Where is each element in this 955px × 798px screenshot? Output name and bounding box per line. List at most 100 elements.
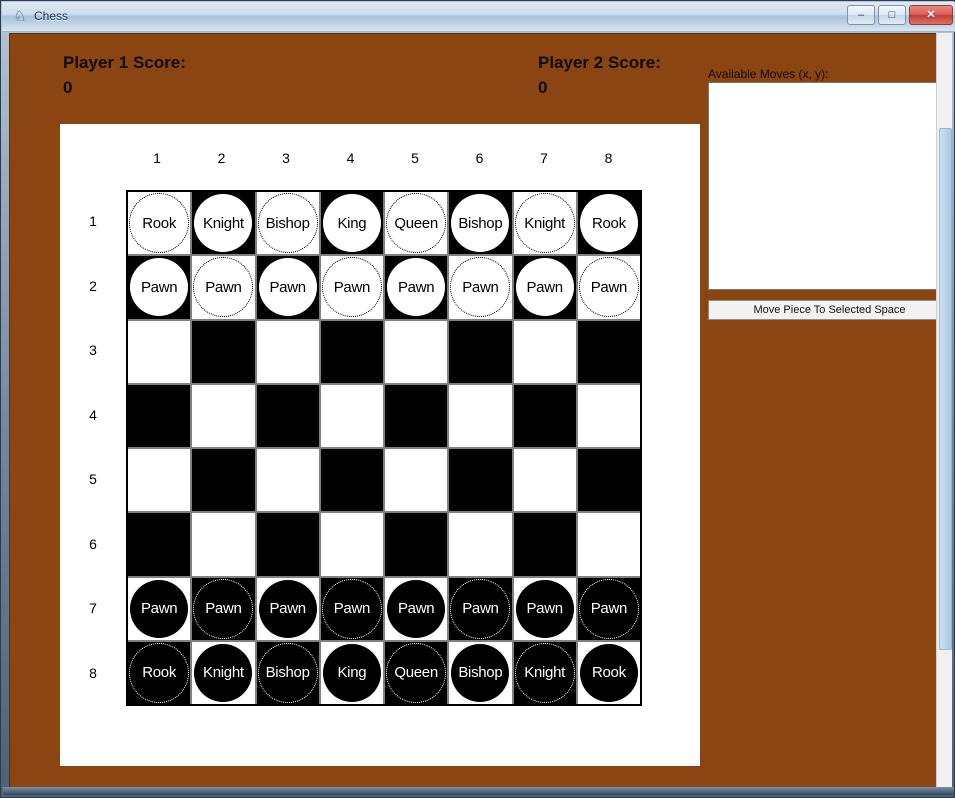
- board-square-3-6[interactable]: [256, 513, 319, 576]
- board-square-2-6[interactable]: [192, 513, 255, 576]
- board-square-6-5[interactable]: [449, 449, 512, 512]
- board-square-8-7[interactable]: Pawn: [577, 577, 640, 640]
- piece-white-bishop[interactable]: Bishop: [451, 194, 510, 253]
- piece-white-queen[interactable]: Queen: [386, 193, 447, 254]
- board-square-1-6[interactable]: [128, 513, 191, 576]
- piece-black-bishop[interactable]: Bishop: [451, 643, 510, 702]
- piece-black-pawn[interactable]: Pawn: [578, 578, 639, 639]
- board-square-3-3[interactable]: [256, 320, 319, 383]
- board-square-3-7[interactable]: Pawn: [256, 577, 319, 640]
- board-square-5-1[interactable]: Queen: [385, 192, 448, 255]
- board-square-1-7[interactable]: Pawn: [128, 577, 191, 640]
- board-square-6-6[interactable]: [449, 513, 512, 576]
- board-square-6-3[interactable]: [449, 320, 512, 383]
- board-square-6-1[interactable]: Bishop: [449, 192, 512, 255]
- board-square-8-2[interactable]: Pawn: [577, 256, 640, 319]
- minimize-button[interactable]: –: [847, 5, 875, 25]
- board-square-8-5[interactable]: [577, 449, 640, 512]
- board-square-7-3[interactable]: [513, 320, 576, 383]
- board-square-5-6[interactable]: [385, 513, 448, 576]
- board-square-5-8[interactable]: Queen: [385, 641, 448, 704]
- piece-white-pawn[interactable]: Pawn: [258, 258, 317, 317]
- board-square-5-4[interactable]: [385, 384, 448, 447]
- piece-white-pawn[interactable]: Pawn: [450, 257, 511, 318]
- piece-white-pawn[interactable]: Pawn: [578, 257, 639, 318]
- board-square-7-5[interactable]: [513, 449, 576, 512]
- board-square-1-5[interactable]: [128, 449, 191, 512]
- board-square-8-1[interactable]: Rook: [577, 192, 640, 255]
- piece-black-knight[interactable]: Knight: [514, 642, 575, 703]
- piece-black-pawn[interactable]: Pawn: [130, 579, 189, 638]
- board-square-2-7[interactable]: Pawn: [192, 577, 255, 640]
- board-square-2-2[interactable]: Pawn: [192, 256, 255, 319]
- board-square-3-1[interactable]: Bishop: [256, 192, 319, 255]
- board-square-2-3[interactable]: [192, 320, 255, 383]
- board-square-8-8[interactable]: Rook: [577, 641, 640, 704]
- piece-white-rook[interactable]: Rook: [579, 194, 638, 253]
- board-square-4-4[interactable]: [320, 384, 383, 447]
- board-square-6-2[interactable]: Pawn: [449, 256, 512, 319]
- board-square-1-3[interactable]: [128, 320, 191, 383]
- board-square-2-1[interactable]: Knight: [192, 192, 255, 255]
- window-vertical-scrollbar[interactable]: [936, 33, 952, 790]
- board-square-1-1[interactable]: Rook: [128, 192, 191, 255]
- piece-white-rook[interactable]: Rook: [129, 193, 190, 254]
- board-square-1-4[interactable]: [128, 384, 191, 447]
- board-square-3-5[interactable]: [256, 449, 319, 512]
- board-square-4-5[interactable]: [320, 449, 383, 512]
- board-square-4-7[interactable]: Pawn: [320, 577, 383, 640]
- board-square-8-3[interactable]: [577, 320, 640, 383]
- board-square-5-2[interactable]: Pawn: [385, 256, 448, 319]
- maximize-button[interactable]: □: [878, 5, 906, 25]
- piece-white-pawn[interactable]: Pawn: [193, 257, 254, 318]
- board-square-7-2[interactable]: Pawn: [513, 256, 576, 319]
- title-bar[interactable]: ♘ Chess – □ ✕: [2, 2, 955, 32]
- piece-black-bishop[interactable]: Bishop: [257, 642, 318, 703]
- board-square-3-2[interactable]: Pawn: [256, 256, 319, 319]
- board-square-5-7[interactable]: Pawn: [385, 577, 448, 640]
- board-square-3-4[interactable]: [256, 384, 319, 447]
- piece-black-rook[interactable]: Rook: [579, 643, 638, 702]
- piece-white-pawn[interactable]: Pawn: [321, 257, 382, 318]
- board-square-2-8[interactable]: Knight: [192, 641, 255, 704]
- board-square-7-7[interactable]: Pawn: [513, 577, 576, 640]
- piece-black-pawn[interactable]: Pawn: [258, 579, 317, 638]
- board-square-7-6[interactable]: [513, 513, 576, 576]
- piece-black-king[interactable]: King: [322, 643, 381, 702]
- board-square-1-8[interactable]: Rook: [128, 641, 191, 704]
- piece-black-pawn[interactable]: Pawn: [321, 578, 382, 639]
- board-square-7-8[interactable]: Knight: [513, 641, 576, 704]
- piece-white-pawn[interactable]: Pawn: [387, 258, 446, 317]
- piece-black-queen[interactable]: Queen: [386, 642, 447, 703]
- board-square-8-6[interactable]: [577, 513, 640, 576]
- piece-white-pawn[interactable]: Pawn: [130, 258, 189, 317]
- piece-black-knight[interactable]: Knight: [194, 643, 253, 702]
- board-square-6-4[interactable]: [449, 384, 512, 447]
- piece-black-pawn[interactable]: Pawn: [450, 578, 511, 639]
- board-square-4-3[interactable]: [320, 320, 383, 383]
- board-square-7-1[interactable]: Knight: [513, 192, 576, 255]
- board-square-4-2[interactable]: Pawn: [320, 256, 383, 319]
- board-square-3-8[interactable]: Bishop: [256, 641, 319, 704]
- available-moves-list[interactable]: [708, 82, 947, 290]
- chess-board[interactable]: Rook Knight Bishop King Queen Bishop Knight Roo…: [126, 190, 642, 706]
- piece-white-knight[interactable]: Knight: [194, 194, 253, 253]
- scrollbar-thumb[interactable]: [939, 128, 952, 650]
- board-square-4-8[interactable]: King: [320, 641, 383, 704]
- board-square-1-2[interactable]: Pawn: [128, 256, 191, 319]
- piece-white-pawn[interactable]: Pawn: [515, 258, 574, 317]
- piece-black-pawn[interactable]: Pawn: [387, 579, 446, 638]
- piece-white-bishop[interactable]: Bishop: [257, 193, 318, 254]
- board-square-4-1[interactable]: King: [320, 192, 383, 255]
- piece-black-pawn[interactable]: Pawn: [193, 578, 254, 639]
- board-square-5-3[interactable]: [385, 320, 448, 383]
- piece-black-pawn[interactable]: Pawn: [515, 579, 574, 638]
- board-square-4-6[interactable]: [320, 513, 383, 576]
- board-square-8-4[interactable]: [577, 384, 640, 447]
- move-piece-button[interactable]: Move Piece To Selected Space: [708, 300, 947, 320]
- piece-black-rook[interactable]: Rook: [129, 642, 190, 703]
- board-square-2-4[interactable]: [192, 384, 255, 447]
- board-square-7-4[interactable]: [513, 384, 576, 447]
- piece-white-knight[interactable]: Knight: [514, 193, 575, 254]
- board-square-6-7[interactable]: Pawn: [449, 577, 512, 640]
